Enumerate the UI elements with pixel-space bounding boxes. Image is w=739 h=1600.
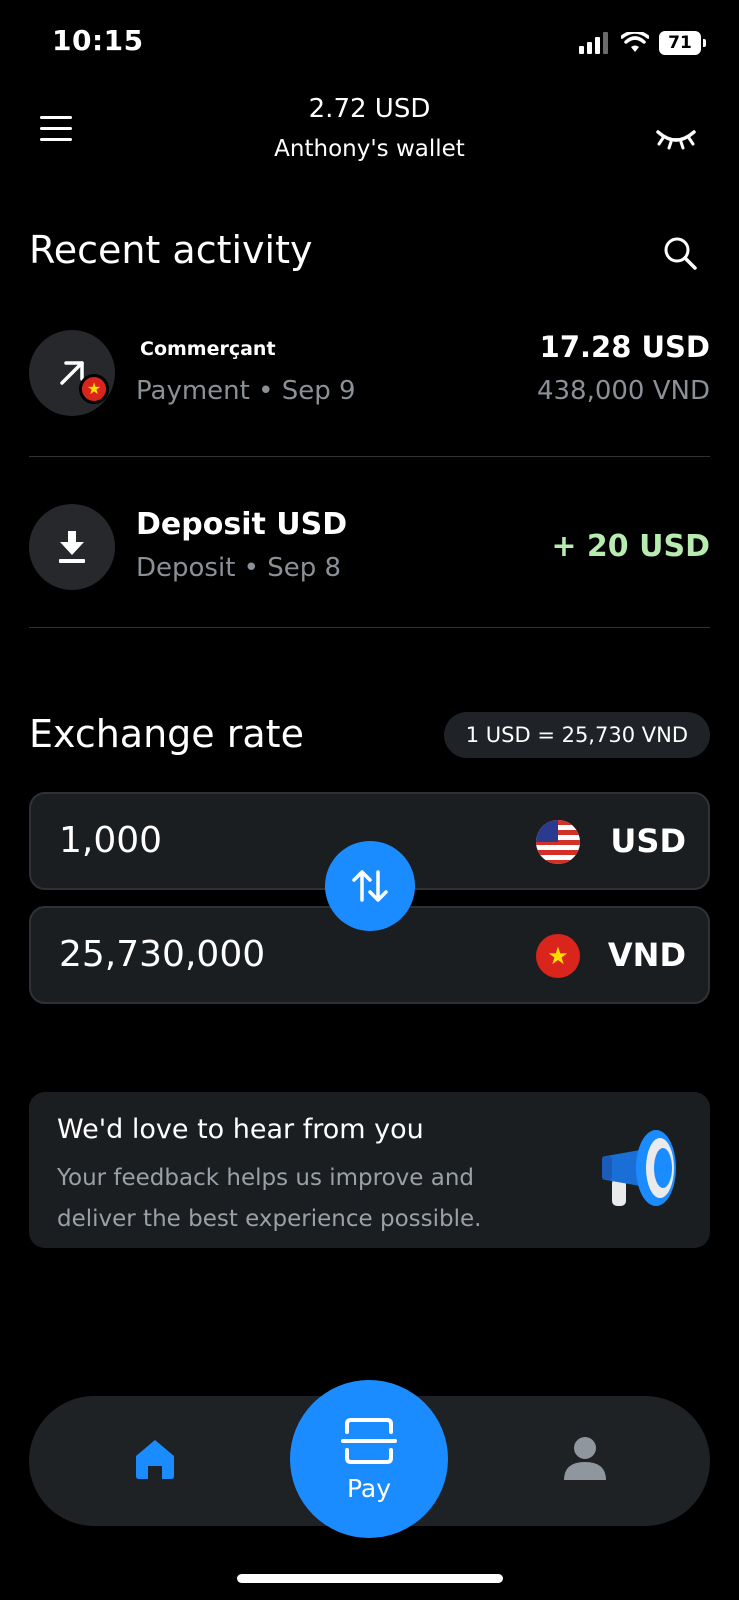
battery-icon: 71 (659, 31, 706, 55)
feedback-title: We'd love to hear from you (57, 1114, 424, 1145)
transaction-amount-secondary: 438,000 VND (536, 376, 710, 406)
vietnam-flag-icon: ★ (536, 934, 580, 978)
recent-activity-title: Recent activity (29, 228, 313, 272)
us-flag-icon (536, 820, 580, 864)
profile-icon[interactable] (562, 1436, 608, 1482)
megaphone-icon (602, 1130, 676, 1206)
signal-icon (579, 32, 608, 54)
from-currency[interactable]: USD (610, 822, 686, 860)
swap-currency-button[interactable] (325, 841, 415, 931)
scan-icon (341, 1417, 397, 1464)
transaction-amount: 17.28 USD (539, 330, 710, 364)
search-icon[interactable] (663, 236, 697, 270)
transaction-amount: + 20 USD (551, 529, 710, 564)
wifi-icon (621, 32, 649, 52)
to-currency[interactable]: VND (608, 936, 686, 974)
home-indicator (237, 1574, 503, 1583)
pay-label: Pay (346, 1473, 392, 1503)
exchange-rate-title: Exchange rate (29, 712, 304, 756)
pay-button[interactable]: Pay (290, 1380, 448, 1538)
status-icons: 71 (579, 30, 706, 56)
to-amount-value: 25,730,000 (59, 934, 266, 975)
vietnam-flag-icon: ★ (79, 374, 109, 404)
home-icon[interactable] (132, 1436, 178, 1480)
transaction-row[interactable]: ★ Commerçant Payment • Sep 9 17.28 USD 4… (29, 320, 710, 440)
divider (29, 627, 710, 628)
transaction-name: Deposit USD (136, 507, 348, 542)
wallet-name: Anthony's wallet (274, 136, 465, 162)
divider (29, 456, 710, 457)
wallet-balance: 2.72 USD (308, 94, 431, 124)
feedback-card[interactable]: We'd love to hear from you Your feedback… (29, 1092, 710, 1248)
transaction-subtitle: Payment • Sep 9 (136, 376, 356, 406)
battery-level: 71 (668, 33, 692, 53)
from-amount-value: 1,000 (59, 820, 163, 861)
transaction-avatar (29, 504, 115, 590)
transaction-subtitle: Deposit • Sep 8 (136, 553, 342, 583)
exchange-rate-badge: 1 USD = 25,730 VND (443, 712, 710, 758)
eye-closed-icon[interactable] (655, 126, 697, 150)
transaction-name: Commerçant (140, 338, 276, 360)
transaction-row[interactable]: Deposit USD Deposit • Sep 8 + 20 USD (29, 495, 710, 595)
transaction-avatar (29, 330, 115, 416)
status-time: 10:15 (52, 24, 144, 57)
feedback-text: Your feedback helps us improve and deliv… (57, 1165, 482, 1232)
download-icon (59, 531, 85, 563)
swap-icon (352, 870, 388, 902)
